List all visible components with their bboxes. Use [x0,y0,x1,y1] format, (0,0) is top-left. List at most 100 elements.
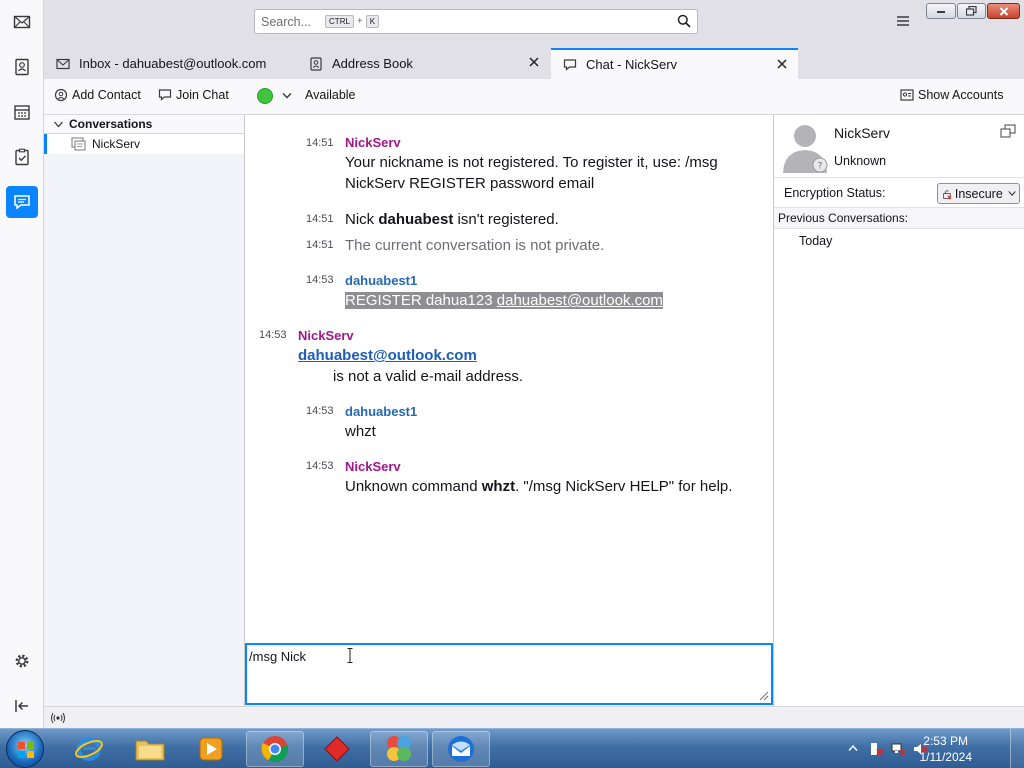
message-text-bold: dahuabest [378,211,454,228]
message-sender: dahuabest1 [345,404,418,419]
taskbar-thunderbird[interactable] [432,731,490,767]
close-icon[interactable] [776,58,788,70]
status-bar [44,706,1024,728]
collapse-left-icon [15,700,28,712]
chevron-down-icon [1008,191,1016,196]
email-link[interactable]: dahuabest@outlook.com [298,347,477,364]
windows-logo-icon [18,742,34,758]
message-text: Your nickname is not registered. To regi… [345,154,718,171]
avatar: ? [783,125,828,173]
address-book-space-button[interactable] [6,51,38,83]
chevron-up-icon[interactable] [848,744,858,752]
message-time: 14:53 [306,274,334,286]
search-placeholder: Search... [261,14,312,29]
media-player-icon [199,737,223,761]
conversation-item-nickserv[interactable]: NickServ [44,134,244,154]
encryption-row: Encryption Status: Insecure [774,177,1024,207]
encryption-value: Insecure [954,186,1003,201]
tasks-space-button[interactable] [6,141,38,173]
status-label: Available [305,88,356,102]
online-status-icon[interactable] [50,711,66,725]
chrome-icon [261,736,289,763]
detach-window-icon[interactable] [1000,124,1016,138]
search-input[interactable]: Search... CTRL + K [254,9,698,34]
system-message-text: The current conversation is not private. [345,237,605,254]
hamburger-menu-icon[interactable] [894,12,912,30]
chat-space-button[interactable] [6,186,38,218]
taskbar-chrome[interactable] [246,731,304,767]
chat-icon [563,58,577,71]
restore-icon [966,6,977,16]
internet-explorer-icon [75,737,103,761]
chat-buddy-icon [71,137,86,151]
shortcut-plus: + [356,16,363,27]
show-desktop-button[interactable] [1010,729,1024,768]
message-sender: NickServ [345,459,401,474]
taskbar-app-colorful[interactable] [370,731,428,767]
status-indicator[interactable] [257,88,273,104]
red-diamond-app-icon [324,736,350,762]
conversations-header[interactable]: Conversations [44,115,244,134]
encryption-status-select[interactable]: Insecure [937,183,1020,204]
taskbar-internet-explorer[interactable] [60,731,118,767]
start-button[interactable] [6,730,44,768]
collapse-spaces-button[interactable] [6,690,38,722]
unlocked-icon [943,189,952,199]
minimize-button[interactable] [926,3,956,19]
taskbar-file-explorer[interactable] [121,731,179,767]
calendar-space-button[interactable] [6,96,38,128]
conversations-pane: Conversations NickServ [44,115,245,706]
resize-grip-icon[interactable] [757,689,769,701]
message-sender: NickServ [298,328,354,343]
message-text: REGISTER dahua123 dahuabest@outlook.com [345,290,663,311]
chevron-down-icon[interactable] [282,92,292,100]
tab-address-book[interactable]: Address Book [297,48,550,79]
buddy-info-pane: ? NickServ Unknown Encryption Status: In… [773,115,1024,706]
message-text-part: . "/msg NickServ HELP" for help. [515,478,733,495]
show-accounts-button[interactable]: Show Accounts [900,88,1003,102]
previous-conversation-item[interactable]: Today [799,234,832,248]
window-close-button[interactable] [987,3,1020,19]
selected-text[interactable]: REGISTER dahua123 dahuabest@outlook.com [345,292,663,309]
tab-inbox[interactable]: Inbox - dahuabest@outlook.com [44,48,297,79]
message-time: 14:53 [306,405,334,417]
close-icon[interactable] [528,56,540,68]
status-selector[interactable]: Available [305,88,356,102]
message-text: dahuabest@outlook.com [298,345,477,366]
tab-chat[interactable]: Chat - NickServ [551,48,798,79]
restore-button[interactable] [957,3,986,19]
calendar-icon [14,105,30,120]
mail-space-button[interactable] [6,6,38,38]
text-cursor-icon [347,648,353,663]
message-text-part: REGISTER dahua123 [345,292,497,309]
join-chat-label: Join Chat [176,88,229,102]
network-icon[interactable] [890,741,906,757]
system-tray: 2:53 PM 1/11/2024 [834,729,1024,768]
folder-icon [135,740,165,761]
add-contact-icon [54,88,68,102]
tab-address-book-label: Address Book [332,56,413,71]
chat-icon [14,195,30,210]
colorful-app-icon [387,736,411,761]
windows-taskbar: 2:53 PM 1/11/2024 [0,728,1024,768]
join-chat-button[interactable]: Join Chat [158,88,229,102]
address-book-icon [310,56,322,71]
clock-date[interactable]: 1/11/2024 [920,750,973,764]
message-time: 14:51 [306,137,334,149]
search-icon[interactable] [677,14,691,28]
taskbar-app-red[interactable] [308,731,366,767]
message-input[interactable]: /msg Nick [245,643,773,705]
action-center-icon[interactable] [868,741,884,757]
message-time: 14:51 [306,239,334,251]
message-text: NickServ REGISTER password email [345,175,595,192]
message-text-bold: whzt [481,478,516,495]
buddy-status: Unknown [834,154,887,168]
email-link[interactable]: dahuabest@outlook.com [497,292,663,309]
settings-button[interactable] [6,645,38,677]
message-text: is not a valid e-mail address. [333,368,524,385]
add-contact-button[interactable]: Add Contact [54,88,141,102]
taskbar-media-player[interactable] [182,731,240,767]
clock-time[interactable]: 2:53 PM [923,734,968,748]
thunderbird-icon [448,736,474,762]
conversations-header-label: Conversations [69,117,153,131]
